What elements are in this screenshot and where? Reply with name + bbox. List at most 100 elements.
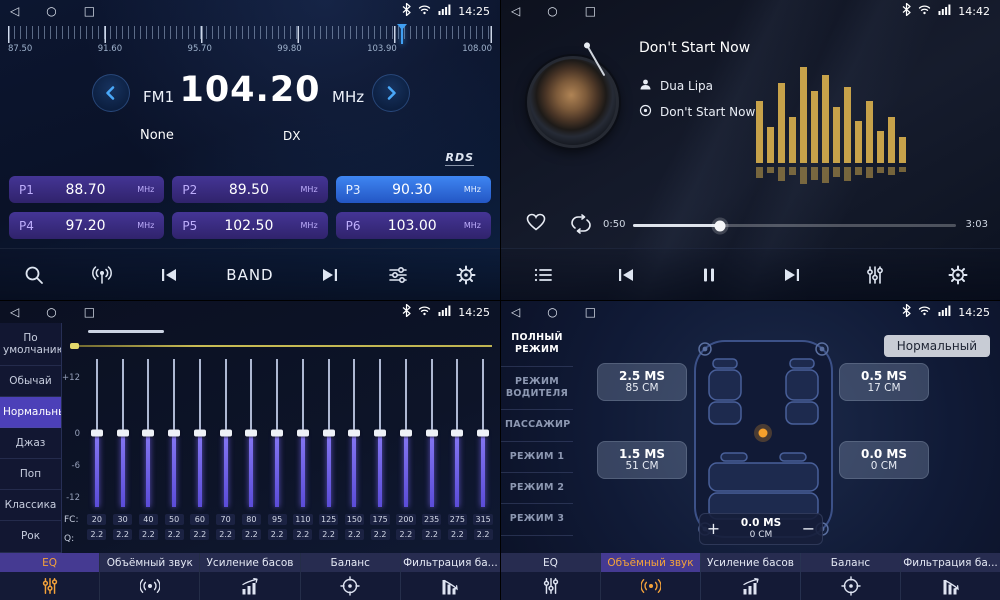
eq-band-slider[interactable] xyxy=(393,359,419,507)
tab-surround-sound[interactable]: Объёмный звук xyxy=(601,553,701,600)
slider-handle[interactable] xyxy=(117,430,129,437)
eq-band-slider[interactable] xyxy=(264,359,290,507)
next-track-button[interactable] xyxy=(781,264,803,286)
home-icon[interactable]: ○ xyxy=(547,5,557,17)
back-icon[interactable]: ◁ xyxy=(10,5,19,17)
master-level-slider[interactable] xyxy=(70,345,492,347)
back-icon[interactable]: ◁ xyxy=(10,306,19,318)
settings-gear-button[interactable] xyxy=(947,264,969,286)
slider-handle[interactable] xyxy=(348,430,360,437)
eq-preset-item-7[interactable]: Рок xyxy=(0,521,61,552)
eq-band-slider[interactable] xyxy=(342,359,368,507)
slider-handle[interactable] xyxy=(426,430,438,437)
tab-bass-boost[interactable]: Усиление басов xyxy=(200,553,300,600)
eq-preset-item-4[interactable]: Джаз xyxy=(0,428,61,459)
scan-search-button[interactable] xyxy=(23,264,45,286)
home-icon[interactable]: ○ xyxy=(547,306,557,318)
tune-up-button[interactable] xyxy=(372,74,410,112)
favorite-heart-button[interactable] xyxy=(525,212,547,236)
listening-mode-1[interactable]: ПОЛНЫЙ РЕЖИМ xyxy=(501,323,573,367)
tab-eq[interactable]: EQ xyxy=(0,553,100,600)
tab-balance[interactable]: Баланс xyxy=(801,553,901,600)
slider-handle[interactable] xyxy=(323,430,335,437)
slider-handle[interactable] xyxy=(168,430,180,437)
eq-band-slider[interactable] xyxy=(213,359,239,507)
eq-band-slider[interactable] xyxy=(239,359,265,507)
back-icon[interactable]: ◁ xyxy=(511,5,520,17)
recents-icon[interactable]: □ xyxy=(585,306,596,318)
audio-settings-button[interactable] xyxy=(387,264,409,286)
tab-balance[interactable]: Баланс xyxy=(301,553,401,600)
slider-handle[interactable] xyxy=(91,430,103,437)
home-icon[interactable]: ○ xyxy=(46,306,56,318)
eq-preset-item-5[interactable]: Поп xyxy=(0,459,61,490)
eq-band-slider[interactable] xyxy=(187,359,213,507)
preset-p4-button[interactable]: P4 97.20 MHz xyxy=(9,212,164,239)
preset-p1-button[interactable]: P1 88.70 MHz xyxy=(9,176,164,203)
recents-icon[interactable]: □ xyxy=(84,306,95,318)
home-icon[interactable]: ○ xyxy=(46,5,56,17)
eq-band-slider[interactable] xyxy=(316,359,342,507)
slider-handle[interactable] xyxy=(297,430,309,437)
slider-handle[interactable] xyxy=(220,430,232,437)
eq-band-slider[interactable] xyxy=(110,359,136,507)
preset-p3-button[interactable]: P3 90.30 MHz xyxy=(336,176,491,203)
master-level-knob[interactable] xyxy=(70,343,79,349)
broadcast-antenna-button[interactable] xyxy=(91,264,113,286)
eq-preset-item-3[interactable]: Нормальный xyxy=(0,397,61,428)
rear-right-delay-button[interactable]: 0.0 MS 0 CM xyxy=(839,441,929,479)
slider-handle[interactable] xyxy=(194,430,206,437)
repeat-button[interactable] xyxy=(569,214,593,238)
playlist-button[interactable] xyxy=(532,264,554,286)
recents-icon[interactable]: □ xyxy=(585,5,596,17)
eq-band-slider[interactable] xyxy=(290,359,316,507)
previous-station-button[interactable] xyxy=(158,264,180,286)
tab-filter[interactable]: Фильтрация ба... xyxy=(901,553,1000,600)
tab-surround-sound[interactable]: Объёмный звук xyxy=(100,553,200,600)
listening-mode-3[interactable]: ПАССАЖИР xyxy=(501,410,573,441)
tab-bass-boost[interactable]: Усиление басов xyxy=(701,553,801,600)
eq-preset-item-1[interactable]: По умолчанию xyxy=(0,323,61,366)
preset-p2-button[interactable]: P2 89.50 MHz xyxy=(172,176,327,203)
eq-band-slider[interactable] xyxy=(161,359,187,507)
slider-handle[interactable] xyxy=(477,430,489,437)
front-right-delay-button[interactable]: 0.5 MS 17 CM xyxy=(839,363,929,401)
next-station-button[interactable] xyxy=(319,264,341,286)
slider-handle[interactable] xyxy=(400,430,412,437)
increase-delay-button[interactable]: + xyxy=(700,521,727,537)
slider-handle[interactable] xyxy=(142,430,154,437)
decrease-delay-button[interactable]: − xyxy=(795,521,822,537)
listening-mode-4[interactable]: РЕЖИМ 1 xyxy=(501,442,573,473)
eq-band-slider[interactable] xyxy=(84,359,110,507)
equalizer-mixer-button[interactable] xyxy=(864,264,886,286)
slider-handle[interactable] xyxy=(374,430,386,437)
eq-preset-item-6[interactable]: Классика xyxy=(0,490,61,521)
horizontal-scrollbar[interactable] xyxy=(88,330,164,333)
preset-p5-button[interactable]: P5 102.50 MHz xyxy=(172,212,327,239)
settings-gear-button[interactable] xyxy=(455,264,477,286)
slider-handle[interactable] xyxy=(451,430,463,437)
listening-mode-6[interactable]: РЕЖИМ 3 xyxy=(501,504,573,535)
progress-knob[interactable] xyxy=(715,220,726,231)
rear-left-delay-button[interactable]: 1.5 MS 51 CM xyxy=(597,441,687,479)
recents-icon[interactable]: □ xyxy=(84,5,95,17)
front-left-delay-button[interactable]: 2.5 MS 85 CM xyxy=(597,363,687,401)
eq-band-slider[interactable] xyxy=(136,359,162,507)
pause-button[interactable] xyxy=(698,264,720,286)
tab-filter[interactable]: Фильтрация ба... xyxy=(401,553,500,600)
back-icon[interactable]: ◁ xyxy=(511,306,520,318)
listening-mode-2[interactable]: РЕЖИМ ВОДИТЕЛЯ xyxy=(501,367,573,411)
slider-handle[interactable] xyxy=(245,430,257,437)
preset-p6-button[interactable]: P6 103.00 MHz xyxy=(336,212,491,239)
frequency-scale[interactable]: 87.50 91.60 95.70 99.80 103.90 108.00 xyxy=(8,25,492,59)
tune-down-button[interactable] xyxy=(92,74,130,112)
tab-eq[interactable]: EQ xyxy=(501,553,601,600)
eq-band-slider[interactable] xyxy=(419,359,445,507)
sound-profile-button[interactable]: Нормальный xyxy=(884,335,990,357)
dx-mode-label[interactable]: DX xyxy=(283,129,300,143)
progress-bar[interactable] xyxy=(633,224,956,227)
eq-band-slider[interactable] xyxy=(367,359,393,507)
slider-handle[interactable] xyxy=(271,430,283,437)
band-button[interactable]: BAND xyxy=(226,266,273,284)
eq-band-slider[interactable] xyxy=(445,359,471,507)
